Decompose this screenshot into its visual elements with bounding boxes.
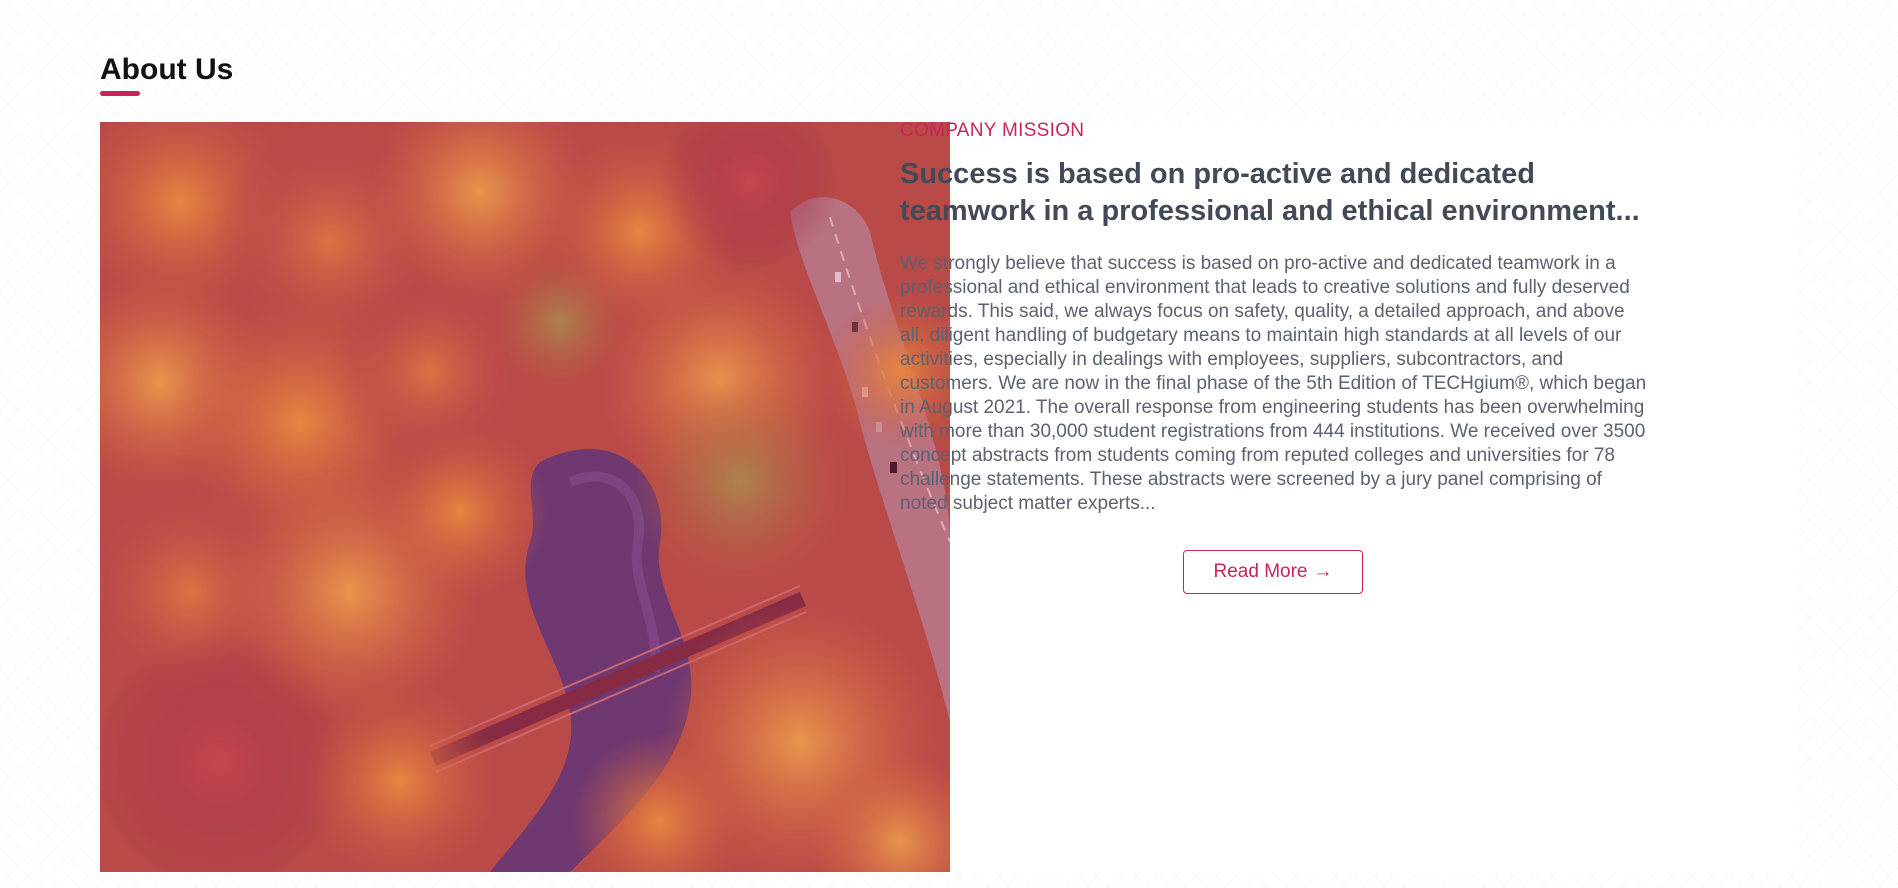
mission-eyebrow: COMPANY MISSION bbox=[900, 120, 1085, 141]
arrow-right-icon: → bbox=[1313, 561, 1333, 582]
section-title: About Us bbox=[100, 53, 234, 86]
mission-headline: Success is based on pro-active and dedic… bbox=[900, 158, 1640, 227]
mission-body: We strongly believe that success is base… bbox=[900, 253, 1647, 514]
title-underline bbox=[100, 91, 140, 96]
read-more-button[interactable]: Read More → bbox=[1183, 550, 1363, 594]
about-photo bbox=[100, 122, 950, 872]
read-more-label: Read More bbox=[1213, 561, 1308, 582]
mission-content: COMPANY MISSION Success is based on pro-… bbox=[900, 120, 1650, 516]
